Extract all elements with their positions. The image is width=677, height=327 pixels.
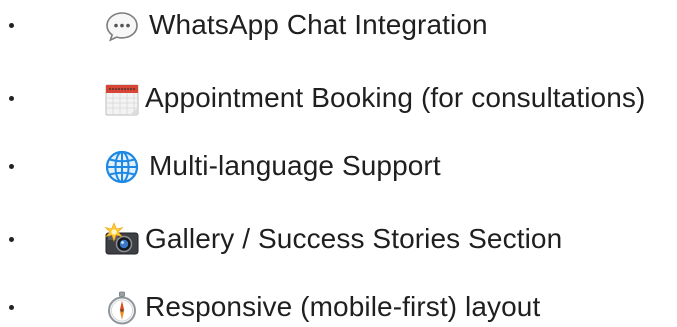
bullet-icon	[9, 305, 14, 310]
bullet-icon	[9, 96, 14, 101]
list-item: WhatsApp Chat Integration	[0, 4, 677, 44]
item-label: Responsive (mobile-first) layout	[145, 291, 541, 322]
bullet-icon	[9, 164, 14, 169]
bullet-icon	[9, 237, 14, 242]
list-item: Responsive (mobile-first) layout	[0, 286, 677, 326]
speech-bubble-icon	[106, 12, 138, 42]
item-label: WhatsApp Chat Integration	[149, 9, 488, 40]
item-label: Appointment Booking (for consultations)	[145, 82, 646, 113]
list-item: Appointment Booking (for consultations)	[0, 77, 677, 117]
item-label: Gallery / Success Stories Section	[145, 223, 563, 254]
list-item: Multi-language Support	[0, 145, 677, 185]
feature-list: WhatsApp Chat Integration Appointment Bo…	[0, 0, 677, 326]
calendar-icon	[105, 84, 139, 116]
list-item: Gallery / Success Stories Section	[0, 218, 677, 258]
bullet-icon	[9, 23, 14, 28]
globe-icon	[105, 150, 139, 184]
compass-icon	[108, 291, 136, 325]
camera-flash-icon	[104, 222, 139, 255]
item-label: Multi-language Support	[149, 150, 441, 181]
